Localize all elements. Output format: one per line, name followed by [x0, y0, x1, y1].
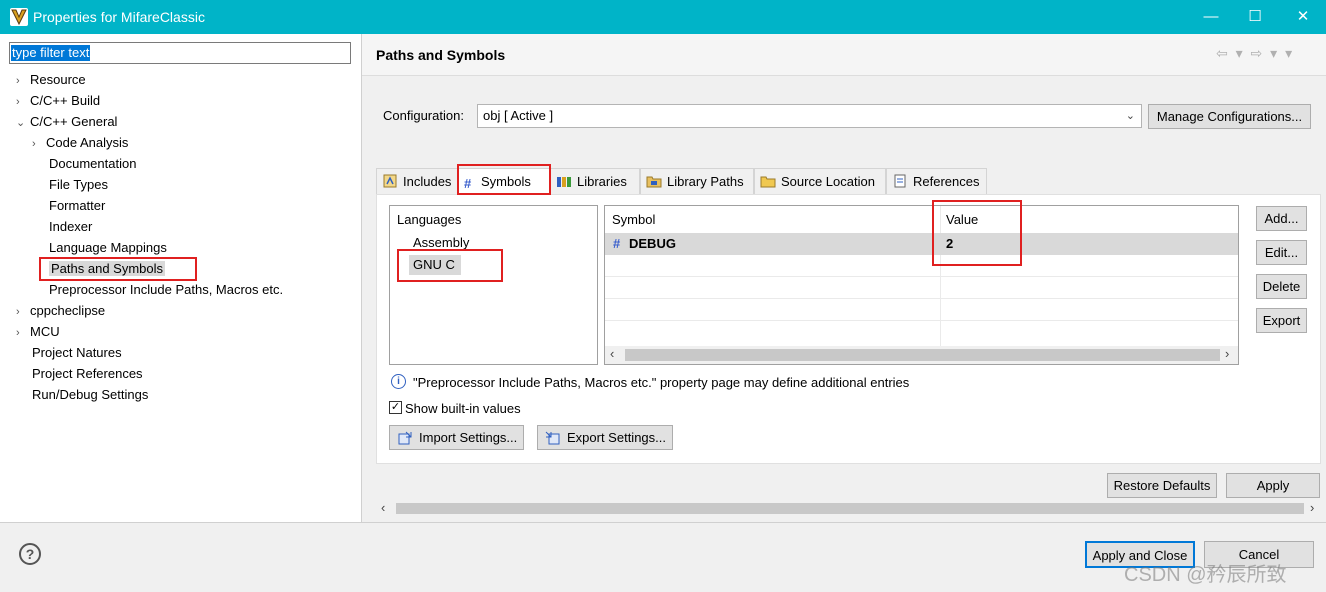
tree-item-resource[interactable]: › Resource: [16, 69, 283, 90]
show-builtin-label[interactable]: Show built-in values: [405, 401, 521, 416]
preferences-tree: › Resource › C/C++ Build ⌄ C/C++ General › C…: [16, 69, 283, 405]
column-header-symbol[interactable]: Symbol: [612, 212, 655, 227]
includes-icon: [382, 171, 398, 188]
libraries-icon: [556, 171, 572, 187]
library-paths-icon: [646, 171, 662, 188]
page-title: Paths and Symbols: [376, 47, 506, 63]
highlight-paths-and-symbols: [39, 257, 197, 281]
chevron-right-icon[interactable]: ›: [16, 323, 30, 344]
highlight-value-column: [932, 200, 1022, 266]
symbols-table: Symbol Value # DEBUG 2 ‹ ›: [604, 205, 1239, 365]
restore-defaults-button[interactable]: Restore Defaults: [1107, 473, 1217, 498]
tree-item-preprocessor-include-paths[interactable]: Preprocessor Include Paths, Macros etc.: [16, 279, 283, 300]
export-button[interactable]: Export: [1256, 308, 1307, 333]
chevron-down-icon: ⌄: [1125, 110, 1135, 122]
symbol-cell: DEBUG: [629, 236, 676, 251]
tab-references[interactable]: References: [886, 168, 987, 194]
tab-libraries[interactable]: Libraries: [550, 168, 640, 194]
add-button[interactable]: Add...: [1256, 206, 1307, 231]
chevron-right-icon[interactable]: ›: [32, 134, 46, 155]
export-settings-button[interactable]: Export Settings...: [537, 425, 673, 450]
tree-item-file-types[interactable]: File Types: [16, 174, 283, 195]
maximize-button[interactable]: ☐: [1232, 0, 1278, 34]
tree-item-project-natures[interactable]: Project Natures: [16, 342, 283, 363]
tab-source-location[interactable]: Source Location: [754, 168, 886, 194]
row-divider: [605, 298, 1238, 299]
scroll-left-icon[interactable]: ‹: [381, 500, 385, 515]
tree-item-mcu[interactable]: › MCU: [16, 321, 283, 342]
languages-list[interactable]: Languages Assembly GNU C: [389, 205, 598, 365]
highlight-gnu-c: [397, 249, 503, 282]
manage-configurations-button[interactable]: Manage Configurations...: [1148, 104, 1311, 129]
languages-header: Languages: [397, 212, 462, 227]
window-title: Properties for MifareClassic: [33, 9, 205, 25]
tree-item-cppcheclipse[interactable]: › cppcheclipse: [16, 300, 283, 321]
watermark: CSDN @矜辰所致: [1124, 564, 1287, 586]
tab-includes[interactable]: Includes: [376, 168, 458, 194]
horizontal-scrollbar[interactable]: ‹ ›: [605, 346, 1238, 364]
filter-placeholder: type filter text: [11, 45, 91, 61]
tree-item-indexer[interactable]: Indexer: [16, 216, 283, 237]
tab-library-paths[interactable]: Library Paths: [640, 168, 754, 194]
language-item-assembly[interactable]: Assembly: [413, 235, 469, 250]
tree-item-formatter[interactable]: Formatter: [16, 195, 283, 216]
apply-button[interactable]: Apply: [1226, 473, 1320, 498]
folder-icon: [760, 171, 776, 188]
row-divider: [605, 320, 1238, 321]
configuration-select[interactable]: obj [ Active ] ⌄: [477, 104, 1142, 128]
tree-item-cpp-build[interactable]: › C/C++ Build: [16, 90, 283, 111]
tree-item-documentation[interactable]: Documentation: [16, 153, 283, 174]
chevron-right-icon[interactable]: ›: [16, 71, 30, 92]
table-row[interactable]: # DEBUG 2: [605, 233, 1238, 255]
chevron-right-icon[interactable]: ›: [16, 302, 30, 323]
close-button[interactable]: ✕: [1280, 0, 1326, 34]
scroll-left-icon[interactable]: ‹: [610, 346, 614, 361]
scroll-right-icon[interactable]: ›: [1225, 346, 1229, 361]
info-text: "Preprocessor Include Paths, Macros etc.…: [413, 375, 910, 390]
tree-item-cpp-general[interactable]: ⌄ C/C++ General: [16, 111, 283, 132]
tree-item-language-mappings[interactable]: Language Mappings: [16, 237, 283, 258]
info-icon: i: [391, 374, 406, 389]
highlight-symbols-tab: [457, 164, 551, 195]
references-icon: [892, 171, 908, 188]
configuration-label: Configuration:: [383, 108, 464, 123]
chevron-right-icon[interactable]: ›: [16, 92, 30, 113]
tree-item-project-references[interactable]: Project References: [16, 363, 283, 384]
scrollbar-thumb[interactable]: [396, 503, 1304, 514]
export-icon: [545, 430, 561, 453]
show-builtin-checkbox[interactable]: ✓: [389, 401, 402, 414]
minimize-button[interactable]: —: [1188, 0, 1234, 34]
import-settings-button[interactable]: Import Settings...: [389, 425, 525, 453]
delete-button[interactable]: Delete: [1256, 274, 1307, 299]
eclipse-logo-icon: [10, 8, 28, 26]
tree-item-code-analysis[interactable]: › Code Analysis: [16, 132, 283, 153]
page-header: [362, 34, 1326, 76]
chevron-down-icon[interactable]: ⌄: [16, 113, 30, 134]
import-icon: [397, 430, 413, 453]
page-horizontal-scrollbar[interactable]: ‹ ›: [376, 500, 1321, 517]
tree-item-run-debug-settings[interactable]: Run/Debug Settings: [16, 384, 283, 405]
help-icon[interactable]: ?: [19, 543, 41, 565]
scrollbar-thumb[interactable]: [625, 349, 1220, 361]
row-divider: [605, 276, 1238, 277]
page-nav-icons[interactable]: ⇦ ▾ ⇨ ▾ ▾: [1216, 45, 1294, 62]
edit-button[interactable]: Edit...: [1256, 240, 1307, 265]
hash-icon: #: [613, 236, 621, 251]
scroll-right-icon[interactable]: ›: [1310, 500, 1314, 515]
